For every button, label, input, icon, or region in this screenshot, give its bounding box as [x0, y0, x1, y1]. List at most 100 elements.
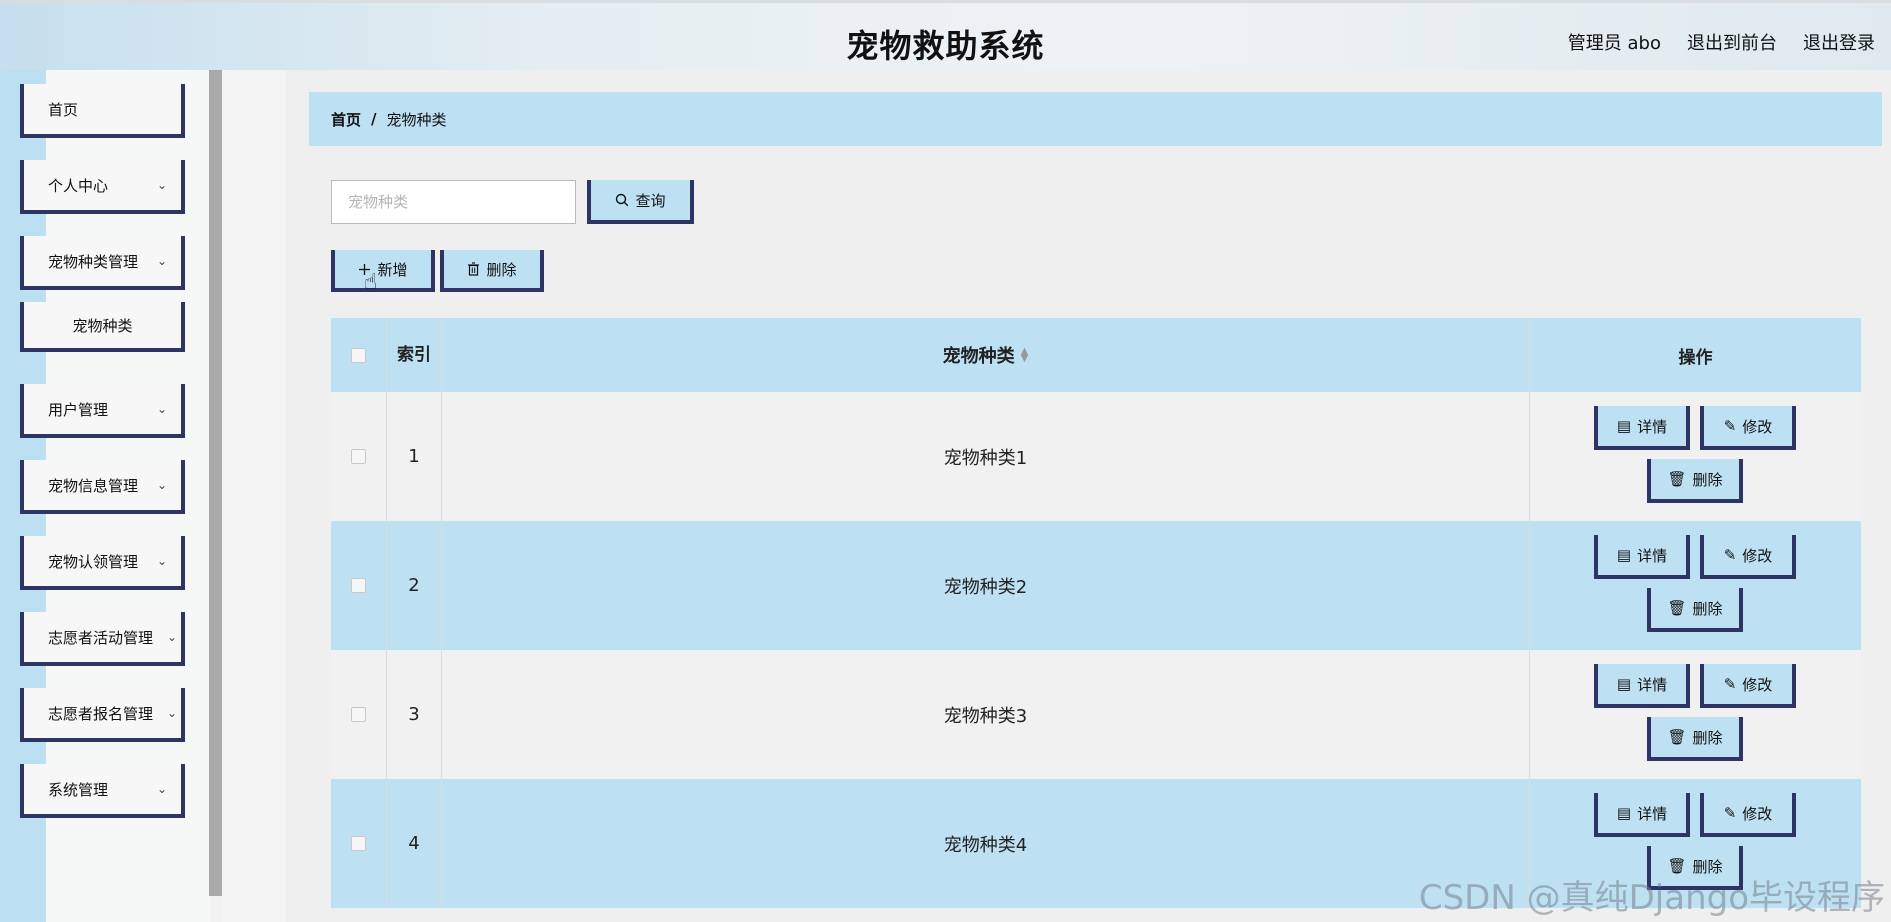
pencil-icon: ✎	[1723, 417, 1737, 435]
column-header-ops: 操作	[1678, 347, 1713, 368]
sidebar-item-label: 志愿者活动管理	[48, 628, 154, 647]
edit-button-label: 修改	[1742, 675, 1773, 694]
row-ops: ▤ 详情 ✎ 修改 🗑 删除	[1530, 521, 1861, 650]
chevron-down-icon: ⌄	[156, 478, 167, 492]
column-header-name[interactable]: 宠物种类 ▲ ▼	[442, 318, 1530, 392]
trash-icon: 🗑	[1667, 599, 1687, 617]
column-header-index: 索引	[387, 318, 442, 392]
pencil-icon: ✎	[1723, 546, 1737, 564]
row-checkbox[interactable]	[351, 578, 366, 593]
sidebar-item-label: 宠物认领管理	[48, 552, 139, 571]
data-table: 索引 宠物种类 ▲ ▼ 操作 1 宠物种类1 ▤ 详情 ✎ 修改 🗑 删除 2 宠物种类…	[331, 318, 1861, 922]
detail-button[interactable]: ▤ 详情	[1594, 406, 1690, 450]
breadcrumb-separator: /	[371, 110, 377, 128]
sidebar-item-label: 宠物信息管理	[48, 476, 139, 495]
table-header: 索引 宠物种类 ▲ ▼ 操作	[331, 318, 1861, 392]
row-ops: ▤ 详情 ✎ 修改 🗑 删除	[1530, 650, 1861, 779]
row-checkbox[interactable]	[351, 836, 366, 851]
sidebar-item-pet-claim-management[interactable]: 宠物认领管理 ⌄	[20, 536, 185, 590]
header-select-cell	[331, 318, 387, 392]
sidebar-item-volunteer-activity-management[interactable]: 志愿者活动管理 ⌄	[20, 612, 185, 666]
edit-button[interactable]: ✎ 修改	[1700, 406, 1796, 450]
row-index: 2	[387, 521, 442, 650]
sidebar-item-label: 宠物种类管理	[48, 252, 139, 271]
table-row: 1 宠物种类1 ▤ 详情 ✎ 修改 🗑 删除	[331, 392, 1861, 521]
add-button-label: 新增	[377, 260, 408, 279]
select-all-checkbox[interactable]	[351, 347, 366, 363]
logout-link[interactable]: 退出登录	[1803, 29, 1875, 55]
sidebar-item-label: 宠物种类	[72, 316, 133, 335]
detail-button-label: 详情	[1637, 546, 1668, 565]
top-header: 宠物救助系统 管理员 abo 退出到前台 退出登录	[0, 0, 1891, 70]
chevron-down-icon: ⌄	[156, 178, 167, 192]
breadcrumb-home[interactable]: 首页	[331, 109, 361, 130]
sidebar-item-user-management[interactable]: 用户管理 ⌄	[20, 384, 185, 438]
pencil-icon: ✎	[1723, 804, 1737, 822]
sidebar-item-system-management[interactable]: 系统管理 ⌄	[20, 764, 185, 818]
pencil-icon: ✎	[1723, 675, 1737, 693]
sidebar-subitem-pet-type[interactable]: 宠物种类	[20, 302, 185, 352]
edit-button[interactable]: ✎ 修改	[1700, 535, 1796, 579]
sidebar-item-volunteer-signup-management[interactable]: 志愿者报名管理 ⌄	[20, 688, 185, 742]
document-icon: ▤	[1616, 675, 1632, 693]
search-button[interactable]: 查询	[587, 180, 694, 224]
row-index: 3	[387, 650, 442, 779]
detail-button[interactable]: ▤ 详情	[1594, 535, 1690, 579]
row-select-cell	[331, 779, 387, 908]
row-select-cell	[331, 650, 387, 779]
pointer-cursor-icon: ☝	[364, 270, 378, 295]
edit-button-label: 修改	[1742, 546, 1773, 565]
sidebar-item-label: 用户管理	[48, 400, 109, 419]
chevron-down-icon: ⌄	[166, 630, 177, 644]
detail-button-label: 详情	[1637, 804, 1668, 823]
sidebar-item-label: 志愿者报名管理	[48, 704, 154, 723]
sort-icon[interactable]: ▲ ▼	[1021, 347, 1029, 364]
edit-button[interactable]: ✎ 修改	[1700, 664, 1796, 708]
row-select-cell	[331, 521, 387, 650]
sidebar-item-pet-type-management[interactable]: 宠物种类管理 ⌄	[20, 236, 185, 290]
delete-button[interactable]: 🗑 删除	[1647, 717, 1743, 761]
column-header-name-label: 宠物种类	[942, 346, 1015, 367]
sidebar-item-pet-info-management[interactable]: 宠物信息管理 ⌄	[20, 460, 185, 514]
row-pet-type: 宠物种类1	[442, 392, 1530, 521]
trash-icon	[468, 262, 480, 276]
top-links: 管理员 abo 退出到前台 退出登录	[1568, 29, 1875, 55]
watermark-text: CSDN @真纯Django毕设程序	[1418, 878, 1885, 918]
delete-button[interactable]: 🗑 删除	[1647, 459, 1743, 503]
sidebar-item-label: 个人中心	[48, 176, 109, 195]
delete-button[interactable]: 🗑 删除	[1647, 588, 1743, 632]
detail-button[interactable]: ▤ 详情	[1594, 664, 1690, 708]
sidebar-item-label: 首页	[48, 100, 79, 119]
detail-button[interactable]: ▤ 详情	[1594, 793, 1690, 837]
row-ops: ▤ 详情 ✎ 修改 🗑 删除	[1530, 392, 1861, 521]
row-pet-type: 宠物种类3	[442, 650, 1530, 779]
detail-button-label: 详情	[1637, 417, 1668, 436]
row-index: 1	[387, 392, 442, 521]
row-index: 4	[387, 779, 442, 908]
breadcrumb: 首页 / 宠物种类	[309, 92, 1882, 146]
admin-label: 管理员 abo	[1567, 33, 1661, 54]
sidebar-item-personal-center[interactable]: 个人中心 ⌄	[20, 160, 185, 214]
search-button-label: 查询	[635, 191, 666, 210]
batch-delete-button-label: 删除	[486, 260, 517, 279]
row-pet-type: 宠物种类2	[442, 521, 1530, 650]
chevron-down-icon: ⌄	[166, 706, 177, 720]
document-icon: ▤	[1616, 804, 1632, 822]
batch-delete-button[interactable]: 删除	[440, 250, 544, 292]
edit-button-label: 修改	[1742, 804, 1773, 823]
row-checkbox[interactable]	[351, 449, 366, 464]
delete-button-label: 删除	[1692, 599, 1723, 618]
sidebar-scrollbar[interactable]	[209, 70, 222, 896]
add-button[interactable]: 新增	[331, 250, 435, 292]
search-input[interactable]	[331, 180, 576, 224]
row-select-cell	[331, 392, 387, 521]
table-row: 3 宠物种类3 ▤ 详情 ✎ 修改 🗑 删除	[331, 650, 1861, 779]
edit-button-label: 修改	[1742, 417, 1773, 436]
row-checkbox[interactable]	[351, 707, 366, 722]
edit-button[interactable]: ✎ 修改	[1700, 793, 1796, 837]
document-icon: ▤	[1616, 417, 1632, 435]
document-icon: ▤	[1616, 546, 1632, 564]
sidebar-item-home[interactable]: 首页	[20, 84, 185, 138]
delete-button-label: 删除	[1692, 470, 1723, 489]
back-to-front-link[interactable]: 退出到前台	[1687, 29, 1777, 55]
